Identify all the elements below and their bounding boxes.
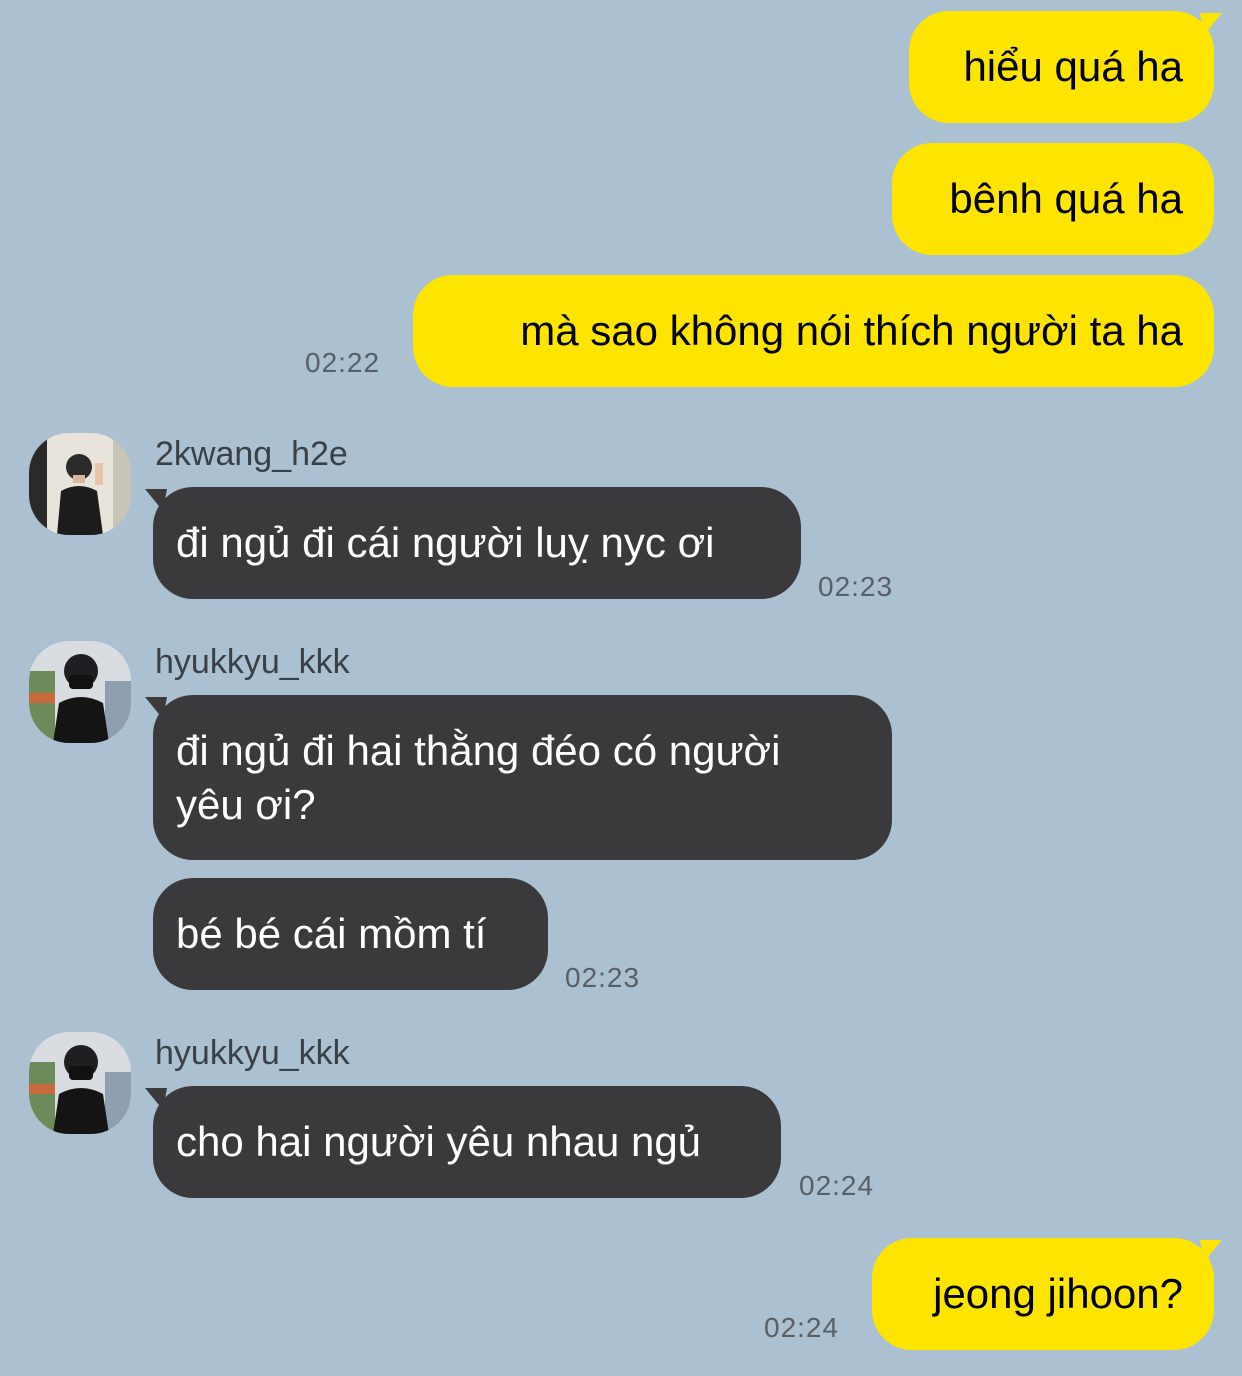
outgoing-message[interactable]: mà sao không nói thích người ta ha [413, 275, 1214, 387]
message-text: yêu ơi? [176, 781, 316, 828]
message-text: hiểu quá ha [963, 43, 1183, 90]
timestamp: 02:24 [799, 1170, 875, 1201]
incoming-message[interactable]: bé bé cái mồm tí [153, 878, 548, 990]
avatar[interactable] [29, 1032, 131, 1134]
incoming-message[interactable]: đi ngủ đi cái người luỵ nyc ơi [153, 487, 801, 599]
outgoing-message[interactable]: hiểu quá ha [909, 11, 1214, 123]
avatar-image [29, 641, 131, 743]
message-text: bênh quá ha [949, 175, 1183, 222]
timestamp: 02:22 [305, 347, 381, 378]
sender-name: hyukkyu_kkk [155, 643, 350, 681]
message-text: cho hai người yêu nhau ngủ [176, 1118, 702, 1165]
bubble-tail [1200, 1240, 1222, 1262]
timestamp: 02:23 [565, 962, 641, 993]
message-text: jeong jihoon? [933, 1270, 1183, 1317]
avatar[interactable] [29, 433, 131, 535]
bubble-tail [145, 489, 167, 511]
message-text: đi ngủ đi cái người luỵ nyc ơi [176, 519, 715, 566]
bubble-tail [1200, 13, 1222, 35]
message-text: bé bé cái mồm tí [176, 910, 487, 957]
avatar-image [29, 1032, 131, 1134]
avatar[interactable] [29, 641, 131, 743]
bubble-tail [145, 1088, 167, 1110]
message-text: mà sao không nói thích người ta ha [520, 307, 1183, 354]
timestamp: 02:23 [818, 571, 894, 602]
outgoing-message[interactable]: jeong jihoon? [872, 1238, 1214, 1350]
avatar-image [29, 433, 131, 535]
incoming-message[interactable]: cho hai người yêu nhau ngủ [153, 1086, 781, 1198]
outgoing-message[interactable]: bênh quá ha [892, 143, 1214, 255]
incoming-message[interactable]: đi ngủ đi hai thằng đéo có người yêu ơi? [153, 695, 892, 860]
sender-name: 2kwang_h2e [155, 435, 348, 473]
bubble-tail [145, 697, 167, 719]
message-text: đi ngủ đi hai thằng đéo có người [176, 727, 781, 774]
timestamp: 02:24 [764, 1312, 840, 1343]
sender-name: hyukkyu_kkk [155, 1034, 350, 1072]
